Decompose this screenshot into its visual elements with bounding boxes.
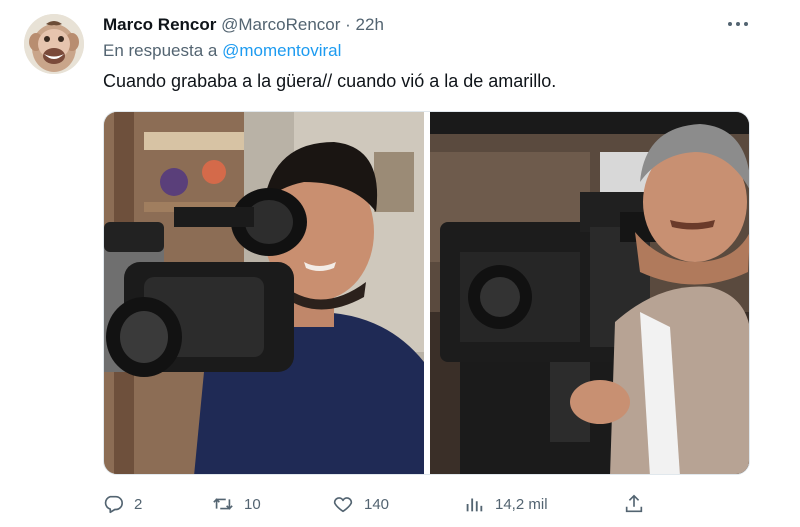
views-button[interactable]: 14,2 mil [463, 492, 548, 516]
display-name[interactable]: Marco Rencor [103, 15, 216, 34]
tweet-header: Marco Rencor @MarcoRencor · 22h [103, 14, 384, 36]
user-handle[interactable]: @MarcoRencor [221, 15, 340, 34]
retweet-button[interactable]: 10 [212, 492, 261, 516]
tweet-text: Cuando grababa a la güera// cuando vió a… [103, 71, 557, 91]
reply-icon [102, 493, 124, 515]
like-button[interactable]: 140 [332, 492, 389, 516]
reply-context: En respuesta a @momentoviral [103, 41, 341, 61]
tweet-actions: 2 10 140 14,2 mil [0, 492, 800, 518]
retweet-icon [212, 493, 234, 515]
like-icon [332, 493, 354, 515]
separator-dot: · [345, 15, 351, 34]
tweet[interactable]: Marco Rencor @MarcoRencor · 22h En respu… [0, 0, 800, 527]
timestamp[interactable]: 22h [356, 15, 384, 34]
reply-button[interactable]: 2 [102, 492, 142, 516]
like-count: 140 [364, 495, 390, 513]
reply-mention-link[interactable]: @momentoviral [222, 41, 341, 60]
share-button[interactable] [623, 492, 645, 516]
share-icon [623, 493, 645, 515]
tweet-media[interactable] [103, 111, 750, 475]
reply-prefix: En respuesta a [103, 41, 218, 60]
view-count: 14,2 mil [495, 495, 548, 513]
views-icon [463, 493, 485, 515]
man-with-camcorder-photo[interactable] [104, 112, 424, 474]
more-horizontal-icon[interactable] [726, 14, 750, 38]
avatar[interactable] [24, 14, 84, 74]
reply-count: 2 [134, 495, 143, 513]
retweet-count: 10 [244, 495, 261, 513]
old-man-with-film-camera-photo[interactable] [430, 112, 749, 474]
